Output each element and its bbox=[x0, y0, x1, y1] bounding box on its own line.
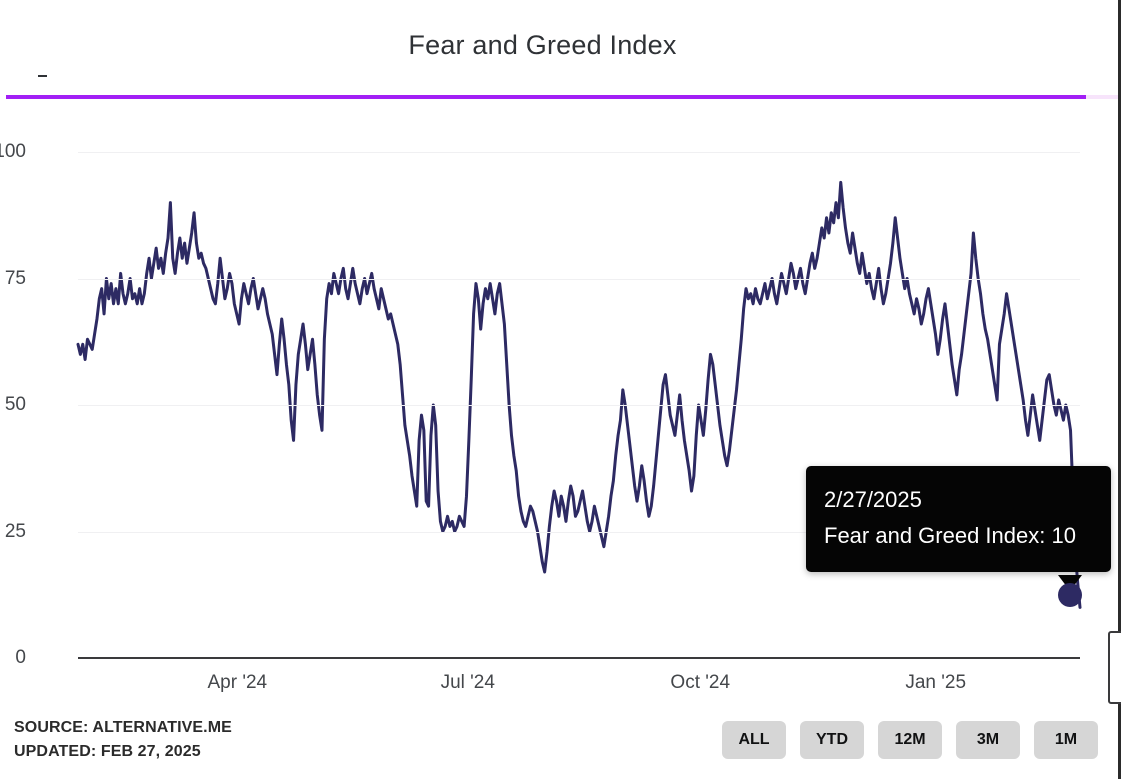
data-point-marker[interactable] bbox=[1058, 583, 1082, 607]
y-axis-tick-label: 75 bbox=[4, 267, 26, 289]
range-button-3m[interactable]: 3M bbox=[956, 721, 1020, 759]
chart-tooltip: 2/27/2025 Fear and Greed Index: 10 bbox=[806, 466, 1111, 572]
updated-text: UPDATED: FEB 27, 2025 bbox=[14, 743, 201, 760]
range-button-1m[interactable]: 1M bbox=[1034, 721, 1098, 759]
y-axis-tick-label: 0 bbox=[15, 647, 26, 668]
edge-frame-fragment bbox=[1108, 631, 1121, 704]
y-axis-tick-label: 100 bbox=[0, 141, 26, 162]
y-axis-tick-label: 50 bbox=[4, 394, 26, 415]
range-button-ytd[interactable]: YTD bbox=[800, 721, 864, 759]
chart-plot-area bbox=[78, 152, 1080, 658]
y-axis-tick-label: 25 bbox=[4, 520, 26, 542]
tooltip-date: 2/27/2025 bbox=[824, 487, 922, 512]
source-text: SOURCE: ALTERNATIVE.ME bbox=[14, 719, 232, 736]
gridline bbox=[78, 405, 1080, 406]
fear-greed-index-widget: Fear and Greed Index 0255075100Apr '24Ju… bbox=[0, 0, 1121, 779]
gridline bbox=[78, 152, 1080, 153]
x-axis-tick-label: Jan '25 bbox=[905, 672, 967, 693]
range-button-12m[interactable]: 12M bbox=[878, 721, 942, 759]
x-axis-baseline bbox=[78, 657, 1080, 659]
range-selector: ALL YTD 12M 3M 1M bbox=[722, 721, 1098, 759]
tooltip-value: Fear and Greed Index: 10 bbox=[824, 523, 1076, 548]
gridline bbox=[78, 278, 1080, 280]
footer-attribution: SOURCE: ALTERNATIVE.ME UPDATED: FEB 27, … bbox=[14, 716, 232, 764]
x-axis-tick-label: Apr '24 bbox=[207, 672, 268, 693]
x-axis-tick-label: Oct '24 bbox=[670, 672, 731, 693]
x-axis-tick-label: Jul '24 bbox=[440, 672, 495, 693]
range-button-all[interactable]: ALL bbox=[722, 721, 786, 759]
